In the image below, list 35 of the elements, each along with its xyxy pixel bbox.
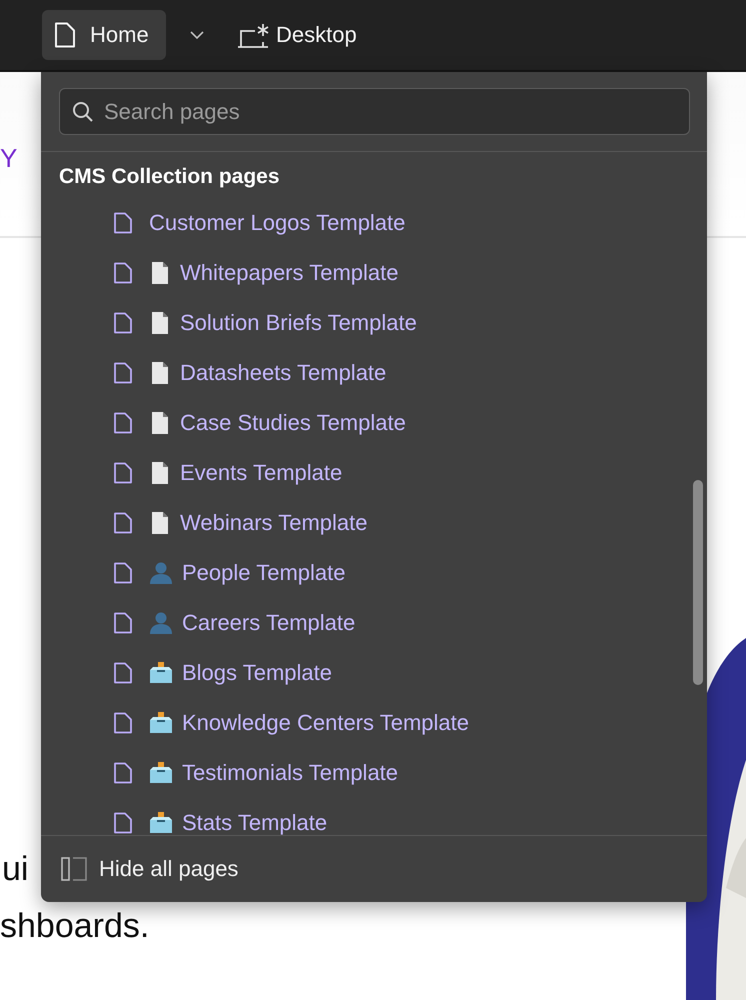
page-list-item[interactable]: Careers Template [41,598,707,648]
page-list-item[interactable]: Customer Logos Template [41,198,707,248]
nav-link-text: Y [0,142,18,174]
section-title: CMS Collection pages [58,164,281,189]
hide-all-pages-button[interactable]: Hide all pages [61,856,238,882]
page-list-item[interactable]: Solution Briefs Template [41,298,707,348]
hero-text-fragment: ui [2,850,28,889]
page-name: Webinars Template [180,510,368,536]
page-list-item[interactable]: Testimonials Template [41,748,707,798]
page-list-item[interactable]: Stats Template [41,798,707,835]
page-list-item[interactable]: Whitepapers Template [41,248,707,298]
page-name: Case Studies Template [180,410,406,436]
page-list-item[interactable]: Webinars Template [41,498,707,548]
page-list-item[interactable]: Blogs Template [41,648,707,698]
page-selector-button[interactable]: Home [42,10,166,60]
search-input[interactable]: Search pages [102,98,689,126]
page-name: Customer Logos Template [149,210,406,236]
breakpoint-button[interactable]: Desktop [236,22,357,48]
page-list-item[interactable]: People Template [41,548,707,598]
page-list-item[interactable]: Knowledge Centers Template [41,698,707,748]
search-field[interactable]: Search pages [59,88,690,135]
page-name: Solution Briefs Template [180,310,417,336]
page-list-item[interactable]: Datasheets Template [41,348,707,398]
page-name: Whitepapers Template [180,260,398,286]
page-name: Careers Template [182,610,356,636]
page-name: Events Template [180,460,342,486]
page-name: Blogs Template [182,660,332,686]
page-name: Testimonials Template [182,760,398,786]
page-list-item[interactable]: Events Template [41,448,707,498]
hero-text-fragment: shboards. [0,907,150,946]
page-name: People Template [182,560,346,586]
page-name: Datasheets Template [180,360,386,386]
page-name: Knowledge Centers Template [182,710,469,736]
page-list-item[interactable]: Case Studies Template [41,398,707,448]
page-name: Stats Template [182,810,328,835]
